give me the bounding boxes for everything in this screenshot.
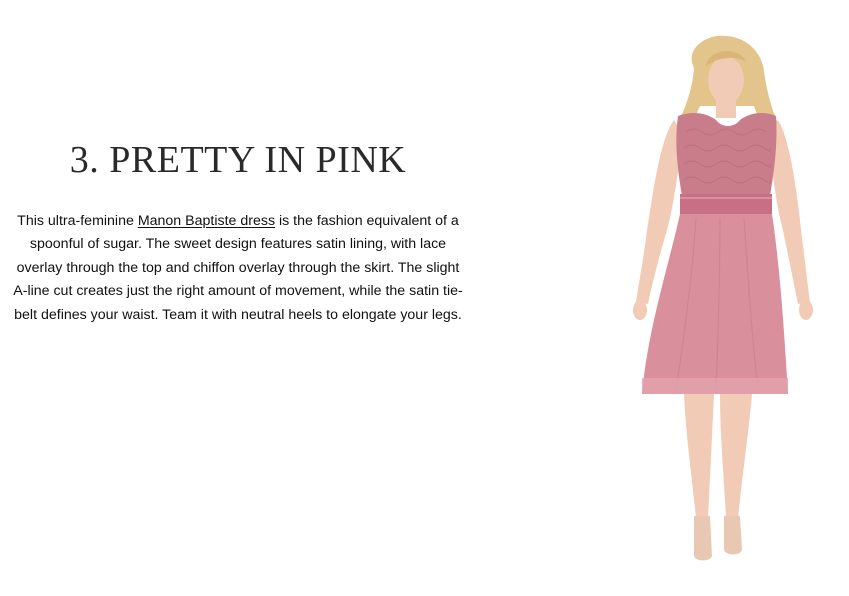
paragraph-rest: is the fashion equivalent of a spoonful … bbox=[13, 213, 463, 323]
model-photo bbox=[612, 28, 832, 576]
model-illustration bbox=[633, 35, 813, 561]
paragraph-intro: This ultra-feminine bbox=[17, 213, 138, 229]
product-link[interactable]: Manon Baptiste dress bbox=[138, 213, 275, 229]
text-column: 3. PRETTY IN PINK This ultra-feminine Ma… bbox=[8, 138, 468, 327]
section-heading: 3. PRETTY IN PINK bbox=[69, 139, 407, 181]
article-section: 3. PRETTY IN PINK This ultra-feminine Ma… bbox=[0, 0, 849, 596]
description-paragraph: This ultra-feminine Manon Baptiste dress… bbox=[12, 210, 464, 327]
